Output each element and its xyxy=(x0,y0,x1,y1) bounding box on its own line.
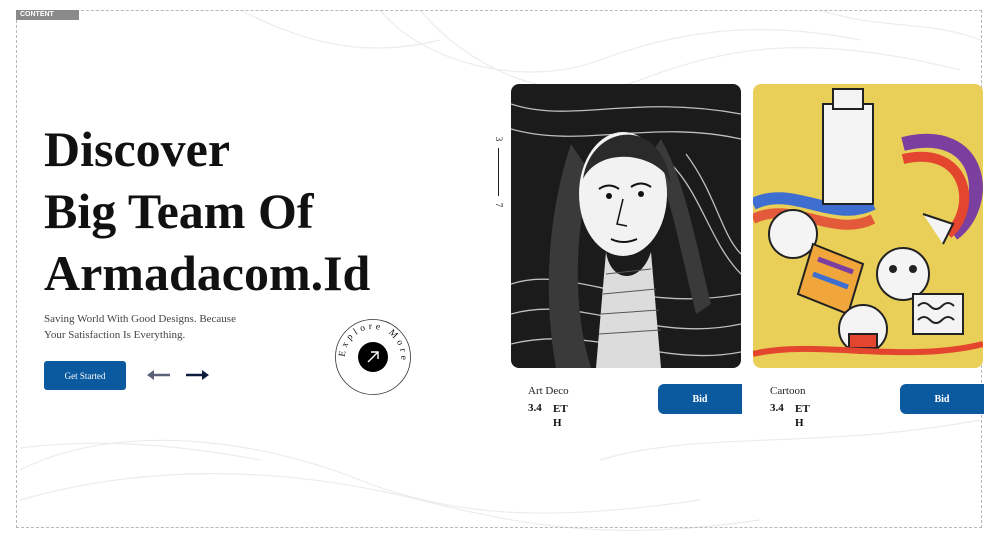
cartoon-artwork xyxy=(753,84,983,368)
counter-progress-line xyxy=(498,148,499,196)
card-price-unit: ETH xyxy=(795,403,810,429)
hero-title-line-3: Armadacom.Id xyxy=(44,245,371,301)
card-price-unit: ETH xyxy=(553,403,568,429)
get-started-button[interactable]: Get Started xyxy=(44,361,126,390)
counter-total: 7 xyxy=(494,202,504,208)
hero-title-line-2: Big Team Of xyxy=(44,183,314,239)
card-title: Cartoon xyxy=(770,385,806,397)
bid-button[interactable]: Bid xyxy=(900,384,984,414)
bid-button[interactable]: Bid xyxy=(658,384,742,414)
arrow-right-icon[interactable] xyxy=(184,366,210,384)
content-frame-tag: CONTENT xyxy=(16,10,79,20)
hero-subtitle: Saving World With Good Designs. Because … xyxy=(44,313,236,341)
arrow-left-icon[interactable] xyxy=(146,366,172,384)
art-deco-artwork xyxy=(511,84,741,368)
hero-title: Discover Big Team Of Armadacom.Id xyxy=(44,118,370,304)
slider-counter: 3 7 xyxy=(492,134,506,214)
explore-more-badge[interactable]: Explore More xyxy=(334,318,412,396)
card-price: 3.4 xyxy=(528,402,542,414)
hero-title-line-1: Discover xyxy=(44,121,231,177)
card-price: 3.4 xyxy=(770,402,784,414)
counter-current: 3 xyxy=(494,136,504,142)
card-title: Art Deco xyxy=(528,385,569,397)
